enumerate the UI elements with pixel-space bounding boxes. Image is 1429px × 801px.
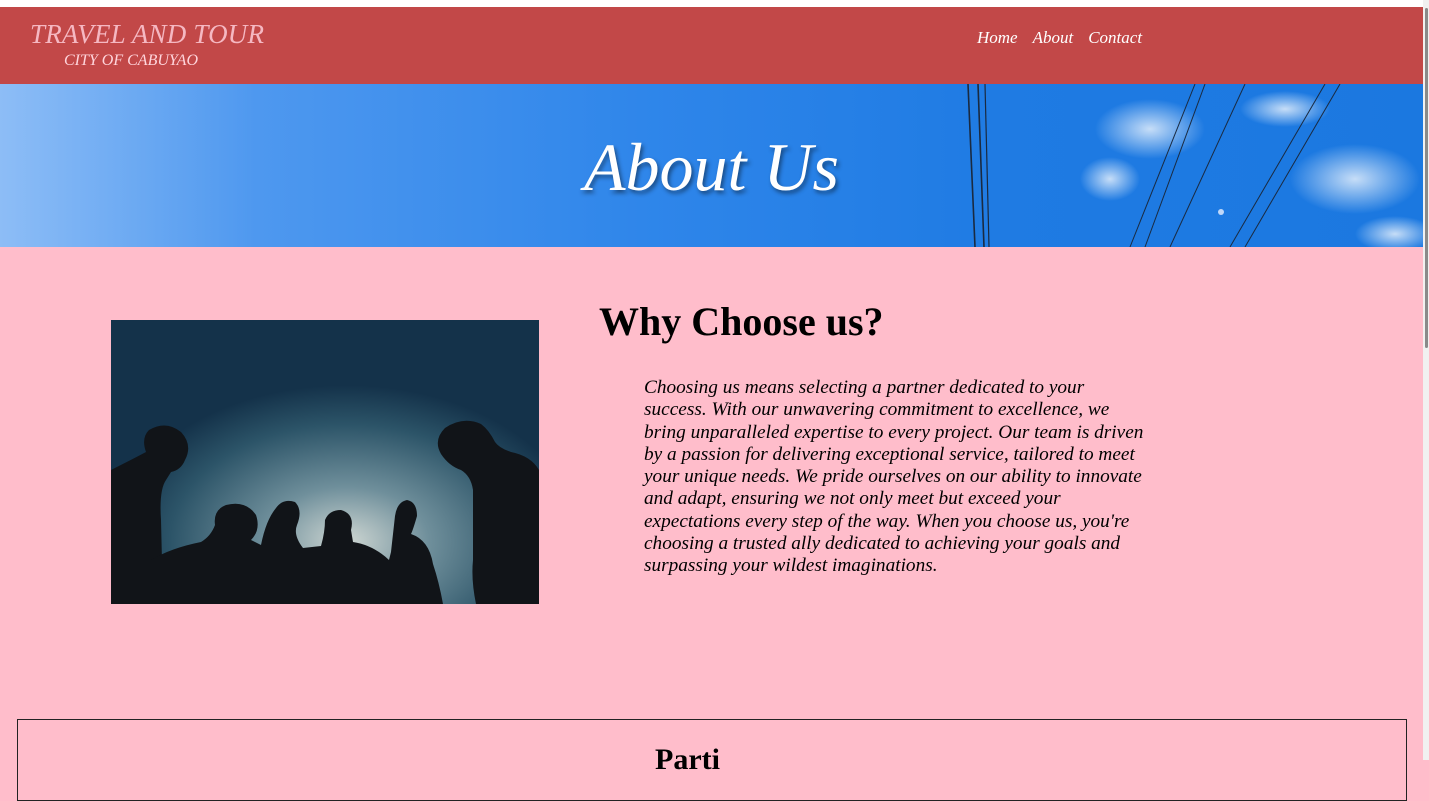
hero-banner: About Us (0, 84, 1423, 247)
hero-title: About Us (584, 129, 839, 205)
silhouettes-at-dusk-image (111, 320, 539, 604)
site-header: TRAVEL AND TOUR CITY OF CABUYAO Home Abo… (0, 7, 1423, 84)
nav-home-link[interactable]: Home (977, 28, 1018, 48)
top-gap (0, 0, 1429, 7)
nav-contact-link[interactable]: Contact (1088, 28, 1142, 48)
scrollbar-thumb[interactable] (1425, 8, 1428, 348)
nav-about-link[interactable]: About (1033, 28, 1074, 48)
brand-subtitle: CITY OF CABUYAO (64, 52, 199, 69)
team-photo (111, 320, 539, 604)
main-nav: Home About Contact (977, 28, 1142, 48)
brand-title[interactable]: TRAVEL AND TOUR (30, 19, 264, 50)
why-choose-body: Choosing us means selecting a partner de… (644, 377, 1144, 577)
next-section-heading: Parti (655, 743, 720, 776)
why-choose-heading: Why Choose us? (599, 299, 884, 344)
